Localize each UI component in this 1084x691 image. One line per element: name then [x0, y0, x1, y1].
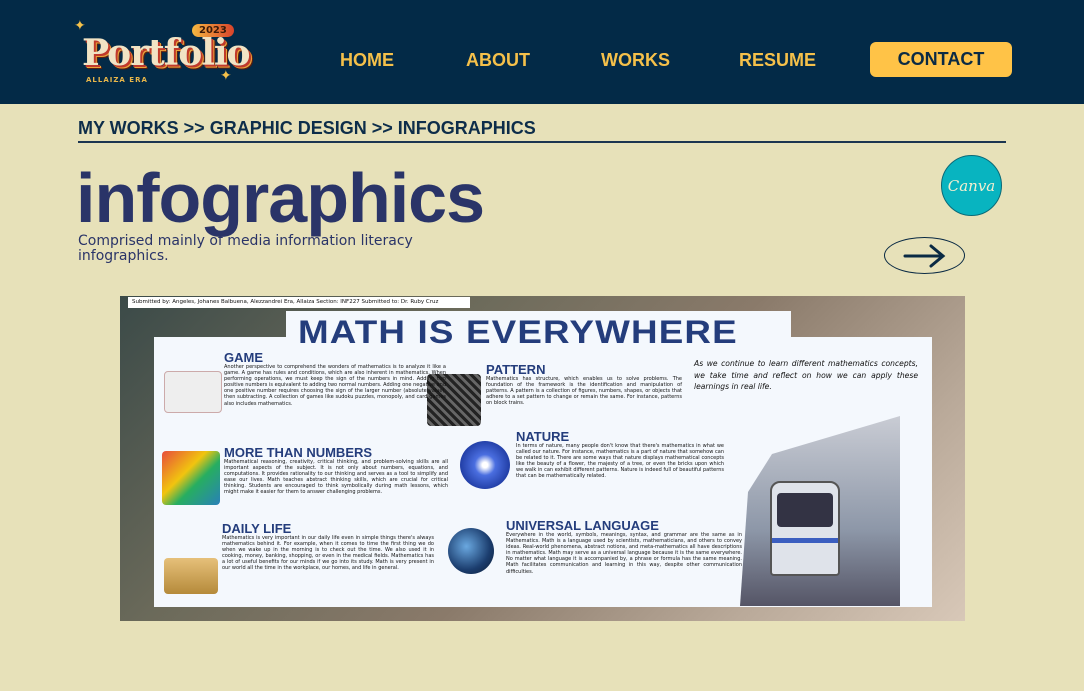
section-text: In terms of nature, many people don't kn… — [516, 443, 724, 480]
section-text: Another perspective to comprehend the wo… — [224, 364, 446, 407]
nav-works[interactable]: WORKS — [601, 50, 670, 71]
section-heading: PATTERN — [486, 362, 546, 377]
section-pattern: PATTERN Mathematics has structure, which… — [486, 363, 682, 406]
section-text: Mathematics has structure, which enables… — [486, 376, 682, 407]
nav-about[interactable]: ABOUT — [466, 50, 530, 71]
divider — [78, 141, 1006, 143]
section-heading: UNIVERSAL LANGUAGE — [506, 518, 659, 533]
cards-image — [164, 371, 222, 413]
section-text: Mathematical reasoning, creativity, crit… — [224, 459, 448, 496]
next-button[interactable] — [884, 237, 965, 274]
infographic-image[interactable]: Submitted by: Angeles, Johanes Balbuena,… — [120, 296, 965, 621]
section-heading: DAILY LIFE — [222, 521, 292, 536]
contact-button[interactable]: CONTACT — [870, 42, 1012, 77]
section-nature: NATURE In terms of nature, many people d… — [516, 430, 724, 480]
nav-home[interactable]: HOME — [340, 50, 394, 71]
section-heading: GAME — [224, 350, 263, 365]
canva-label: Canva — [947, 176, 996, 195]
section-game: GAME Another perspective to comprehend t… — [224, 351, 446, 407]
page-title: infographics — [76, 159, 485, 237]
logo-subtitle: ALLAIZA ERA — [86, 76, 148, 84]
section-more-than-numbers: MORE THAN NUMBERS Mathematical reasoning… — [224, 446, 448, 496]
coins-image — [164, 558, 218, 594]
breadcrumb: MY WORKS >> GRAPHIC DESIGN >> INFOGRAPHI… — [78, 118, 536, 138]
submitted-by-bar: Submitted by: Angeles, Johanes Balbuena,… — [128, 297, 470, 308]
portfolio-logo[interactable]: ✦ ✦ 2023 Portfolio ALLAIZA ERA — [74, 18, 251, 90]
section-daily-life: DAILY LIFE Mathematics is very important… — [222, 522, 434, 572]
section-text: Mathematics is very important in our dai… — [222, 535, 434, 572]
section-universal-language: UNIVERSAL LANGUAGE Everywhere in the wor… — [506, 519, 742, 575]
flower-image — [460, 441, 510, 489]
section-heading: NATURE — [516, 429, 570, 444]
arrow-right-icon — [903, 244, 946, 268]
infographic-title: MATH IS EVERYWHERE — [298, 314, 738, 350]
infographic-quote: As we continue to learn different mathem… — [694, 359, 918, 391]
site-header: ✦ ✦ 2023 Portfolio ALLAIZA ERA HOME ABOU… — [0, 0, 1084, 104]
train-front-image — [770, 481, 840, 576]
rubiks-cube-image — [162, 451, 220, 505]
globe-image — [448, 528, 494, 574]
section-heading: MORE THAN NUMBERS — [224, 445, 373, 460]
nav-resume[interactable]: RESUME — [739, 50, 816, 71]
canva-logo[interactable]: Canva — [941, 155, 1002, 216]
page-description: Comprised mainly of media information li… — [78, 233, 413, 264]
logo-word: Portfolio — [82, 32, 251, 74]
section-text: Everywhere in the world, symbols, meanin… — [506, 532, 742, 575]
